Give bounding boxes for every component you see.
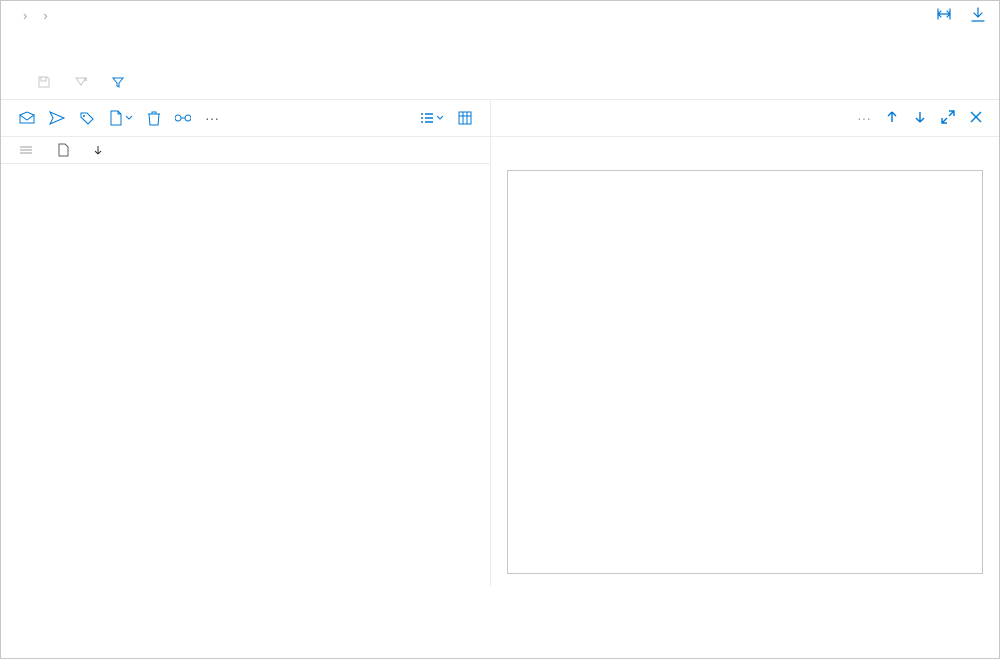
- breadcrumb: › ›: [15, 8, 56, 23]
- column-select[interactable]: [19, 145, 57, 155]
- page-title: [1, 23, 999, 45]
- more-icon[interactable]: ···: [205, 110, 219, 126]
- new-item-icon[interactable]: [109, 110, 133, 126]
- message-source-panel: [507, 170, 983, 574]
- remediate-icon[interactable]: [175, 112, 191, 124]
- tag-icon[interactable]: [79, 111, 95, 125]
- filters-button[interactable]: [111, 75, 130, 89]
- close-icon[interactable]: [969, 110, 983, 126]
- chevron-right-icon: ›: [43, 8, 47, 23]
- reset-button[interactable]: [74, 75, 93, 89]
- column-type[interactable]: [57, 143, 91, 157]
- view-list-icon[interactable]: [420, 112, 444, 124]
- arrow-down-icon[interactable]: [913, 110, 927, 126]
- chevron-right-icon: ›: [23, 8, 27, 23]
- expand-sides-icon[interactable]: [935, 7, 953, 23]
- mark-read-icon[interactable]: [19, 111, 35, 125]
- send-icon[interactable]: [49, 111, 65, 125]
- more-icon[interactable]: ···: [857, 110, 871, 126]
- column-subject[interactable]: [90, 145, 197, 155]
- delete-icon[interactable]: [147, 110, 161, 126]
- arrow-up-icon[interactable]: [885, 110, 899, 126]
- sort-down-icon: [94, 145, 102, 155]
- download-icon[interactable]: [971, 7, 985, 23]
- save-query-button[interactable]: [37, 75, 56, 89]
- column-options-icon[interactable]: [458, 111, 472, 125]
- expand-icon[interactable]: [941, 110, 955, 126]
